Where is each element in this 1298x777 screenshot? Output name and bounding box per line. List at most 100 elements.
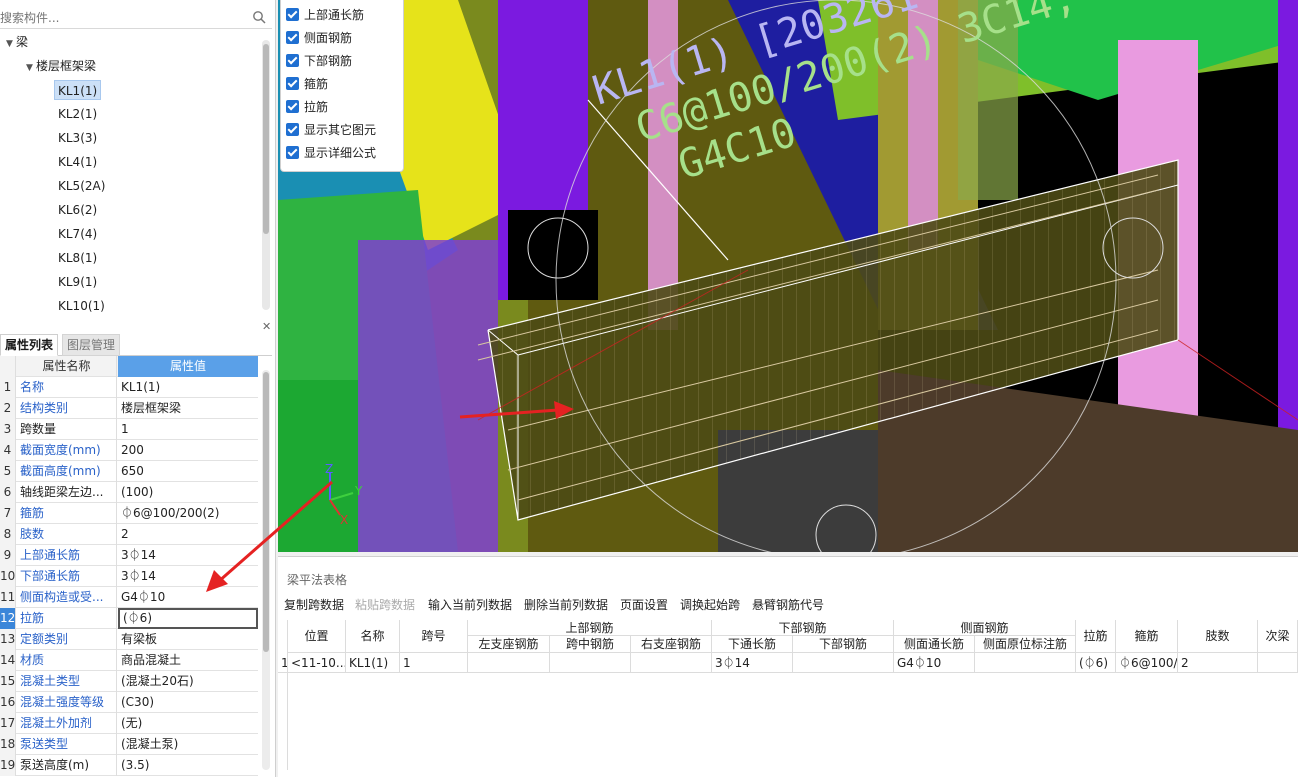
display-option[interactable]: 侧面钢筋	[286, 28, 352, 48]
col-header-legs[interactable]: 肢数	[1178, 620, 1258, 653]
property-value[interactable]: (无)	[118, 713, 258, 734]
display-option[interactable]: 显示详细公式	[286, 143, 377, 163]
cell-secondary-beam[interactable]	[1258, 653, 1298, 673]
property-row[interactable]: 15 混凝土类型 (混凝土20石)	[0, 671, 258, 692]
col-header-side-through[interactable]: 侧面通长筋	[894, 636, 975, 653]
col-header-upper-rebar[interactable]: 上部钢筋	[468, 620, 712, 636]
cell-stirrup[interactable]: ⏀6@100/	[1116, 653, 1178, 673]
property-row[interactable]: 16 混凝土强度等级 (C30)	[0, 692, 258, 713]
property-value[interactable]: (⏀6)	[118, 608, 258, 629]
tab-layer-management[interactable]: 图层管理	[62, 334, 121, 356]
col-header-mid-span[interactable]: 跨中钢筋	[550, 636, 631, 653]
cell-name[interactable]: KL1(1)	[346, 653, 400, 673]
tree-item[interactable]: KL4(1)	[58, 152, 97, 172]
property-value[interactable]: KL1(1)	[118, 377, 258, 398]
tab-property-list[interactable]: 属性列表	[0, 334, 59, 356]
property-value[interactable]: 200	[118, 440, 258, 461]
tree-scrollbar[interactable]	[262, 40, 270, 310]
col-header-left-support[interactable]: 左支座钢筋	[468, 636, 550, 653]
checkbox-checked-icon[interactable]	[286, 31, 299, 44]
close-icon[interactable]: ✕	[262, 320, 271, 333]
property-row[interactable]: 18 泵送类型 (混凝土泵)	[0, 734, 258, 755]
col-header-secondary-beam[interactable]: 次梁	[1258, 620, 1298, 653]
tree-item[interactable]: KL9(1)	[58, 272, 97, 292]
property-value[interactable]: 有梁板	[118, 629, 258, 650]
checkbox-checked-icon[interactable]	[286, 100, 299, 113]
toolbar-button[interactable]: 调换起始跨	[680, 595, 740, 615]
property-row[interactable]: 19 泵送高度(m) (3.5)	[0, 755, 258, 776]
property-row[interactable]: 13 定额类别 有梁板	[0, 629, 258, 650]
toolbar-button[interactable]: 粘贴跨数据	[355, 595, 415, 615]
checkbox-checked-icon[interactable]	[286, 146, 299, 159]
checkbox-checked-icon[interactable]	[286, 123, 299, 136]
tree-item[interactable]: KL6(2)	[58, 200, 97, 220]
tree-node-beam[interactable]: ▼ 梁	[6, 32, 28, 52]
scrollbar-thumb[interactable]	[263, 44, 269, 234]
toolbar-button[interactable]: 页面设置	[620, 595, 668, 615]
display-option[interactable]: 上部通长筋	[286, 5, 364, 25]
col-header-lower-bar[interactable]: 下部钢筋	[793, 636, 894, 653]
col-header-name[interactable]: 名称	[346, 620, 400, 653]
cell-tie-bar[interactable]: (⏀6)	[1076, 653, 1116, 673]
3d-viewport[interactable]: KL1(1) [203261 2 C6@100/200(2) 3C14; G4C…	[278, 0, 1298, 552]
display-option-label: 显示其它图元	[304, 123, 377, 137]
display-option[interactable]: 箍筋	[286, 74, 328, 94]
col-header-stirrup[interactable]: 箍筋	[1116, 620, 1178, 653]
checkbox-checked-icon[interactable]	[286, 54, 299, 67]
tree-item[interactable]: KL3(3)	[58, 128, 97, 148]
checkbox-checked-icon[interactable]	[286, 77, 299, 90]
col-header-side-rebar[interactable]: 侧面钢筋	[894, 620, 1076, 636]
toolbar-button[interactable]: 删除当前列数据	[524, 595, 608, 615]
tree-item[interactable]: KL1(1)	[54, 80, 102, 100]
cell-right-support[interactable]	[631, 653, 712, 673]
property-row[interactable]: 3 跨数量 1	[0, 419, 258, 440]
cell-left-support[interactable]	[468, 653, 550, 673]
col-header-right-support[interactable]: 右支座钢筋	[631, 636, 712, 653]
col-header-position[interactable]: 位置	[288, 620, 346, 653]
property-value[interactable]: (混凝土20石)	[118, 671, 258, 692]
search-icon[interactable]	[252, 10, 266, 24]
tree-item[interactable]: KL10(1)	[58, 296, 105, 316]
property-value[interactable]: 商品混凝土	[118, 650, 258, 671]
property-row[interactable]: 17 混凝土外加剂 (无)	[0, 713, 258, 734]
col-header-span[interactable]: 跨号	[400, 620, 468, 653]
tree-item[interactable]: KL7(4)	[58, 224, 97, 244]
property-value[interactable]: 1	[118, 419, 258, 440]
cell-lower-through[interactable]: 3⏀14	[712, 653, 793, 673]
checkbox-checked-icon[interactable]	[286, 8, 299, 21]
display-option[interactable]: 显示其它图元	[286, 120, 377, 140]
tree-item[interactable]: KL5(2A)	[58, 176, 105, 196]
tree-node-floor-frame-beam[interactable]: ▼ 楼层框架梁	[26, 56, 96, 76]
cell-position[interactable]: <11-10...	[288, 653, 346, 673]
cell-lower-bar[interactable]	[793, 653, 894, 673]
display-option[interactable]: 拉筋	[286, 97, 328, 117]
property-row[interactable]: 1 名称 KL1(1)	[0, 377, 258, 398]
property-row[interactable]: 2 结构类别 楼层框架梁	[0, 398, 258, 419]
col-header-tie-bar[interactable]: 拉筋	[1076, 620, 1116, 653]
tree-item[interactable]: KL2(1)	[58, 104, 97, 124]
tree-item[interactable]: KL8(1)	[58, 248, 97, 268]
toolbar-button[interactable]: 复制跨数据	[284, 595, 344, 615]
search-input[interactable]	[0, 9, 250, 27]
toolbar-button[interactable]: 输入当前列数据	[428, 595, 512, 615]
col-header-lower-rebar[interactable]: 下部钢筋	[712, 620, 894, 636]
cell-legs[interactable]: 2	[1178, 653, 1258, 673]
display-option[interactable]: 下部钢筋	[286, 51, 352, 71]
property-value[interactable]: (混凝土泵)	[118, 734, 258, 755]
property-value[interactable]: 楼层框架梁	[118, 398, 258, 419]
cell-side-original[interactable]	[975, 653, 1076, 673]
property-row[interactable]: 12 拉筋 (⏀6)	[0, 608, 258, 629]
cell-mid-span[interactable]	[550, 653, 631, 673]
chevron-down-icon[interactable]: ▼	[26, 58, 36, 78]
property-row[interactable]: 4 截面宽度(mm) 200	[0, 440, 258, 461]
property-row[interactable]: 14 材质 商品混凝土	[0, 650, 258, 671]
display-option-label: 显示详细公式	[304, 146, 377, 160]
property-value[interactable]: (C30)	[118, 692, 258, 713]
chevron-down-icon[interactable]: ▼	[6, 34, 16, 54]
toolbar-button[interactable]: 悬臂钢筋代号	[752, 595, 824, 615]
cell-span[interactable]: 1	[400, 653, 468, 673]
property-value[interactable]: (3.5)	[118, 755, 258, 776]
cell-side-through[interactable]: G4⏀10	[894, 653, 975, 673]
col-header-side-original[interactable]: 侧面原位标注筋	[975, 636, 1076, 653]
col-header-lower-through[interactable]: 下通长筋	[712, 636, 793, 653]
